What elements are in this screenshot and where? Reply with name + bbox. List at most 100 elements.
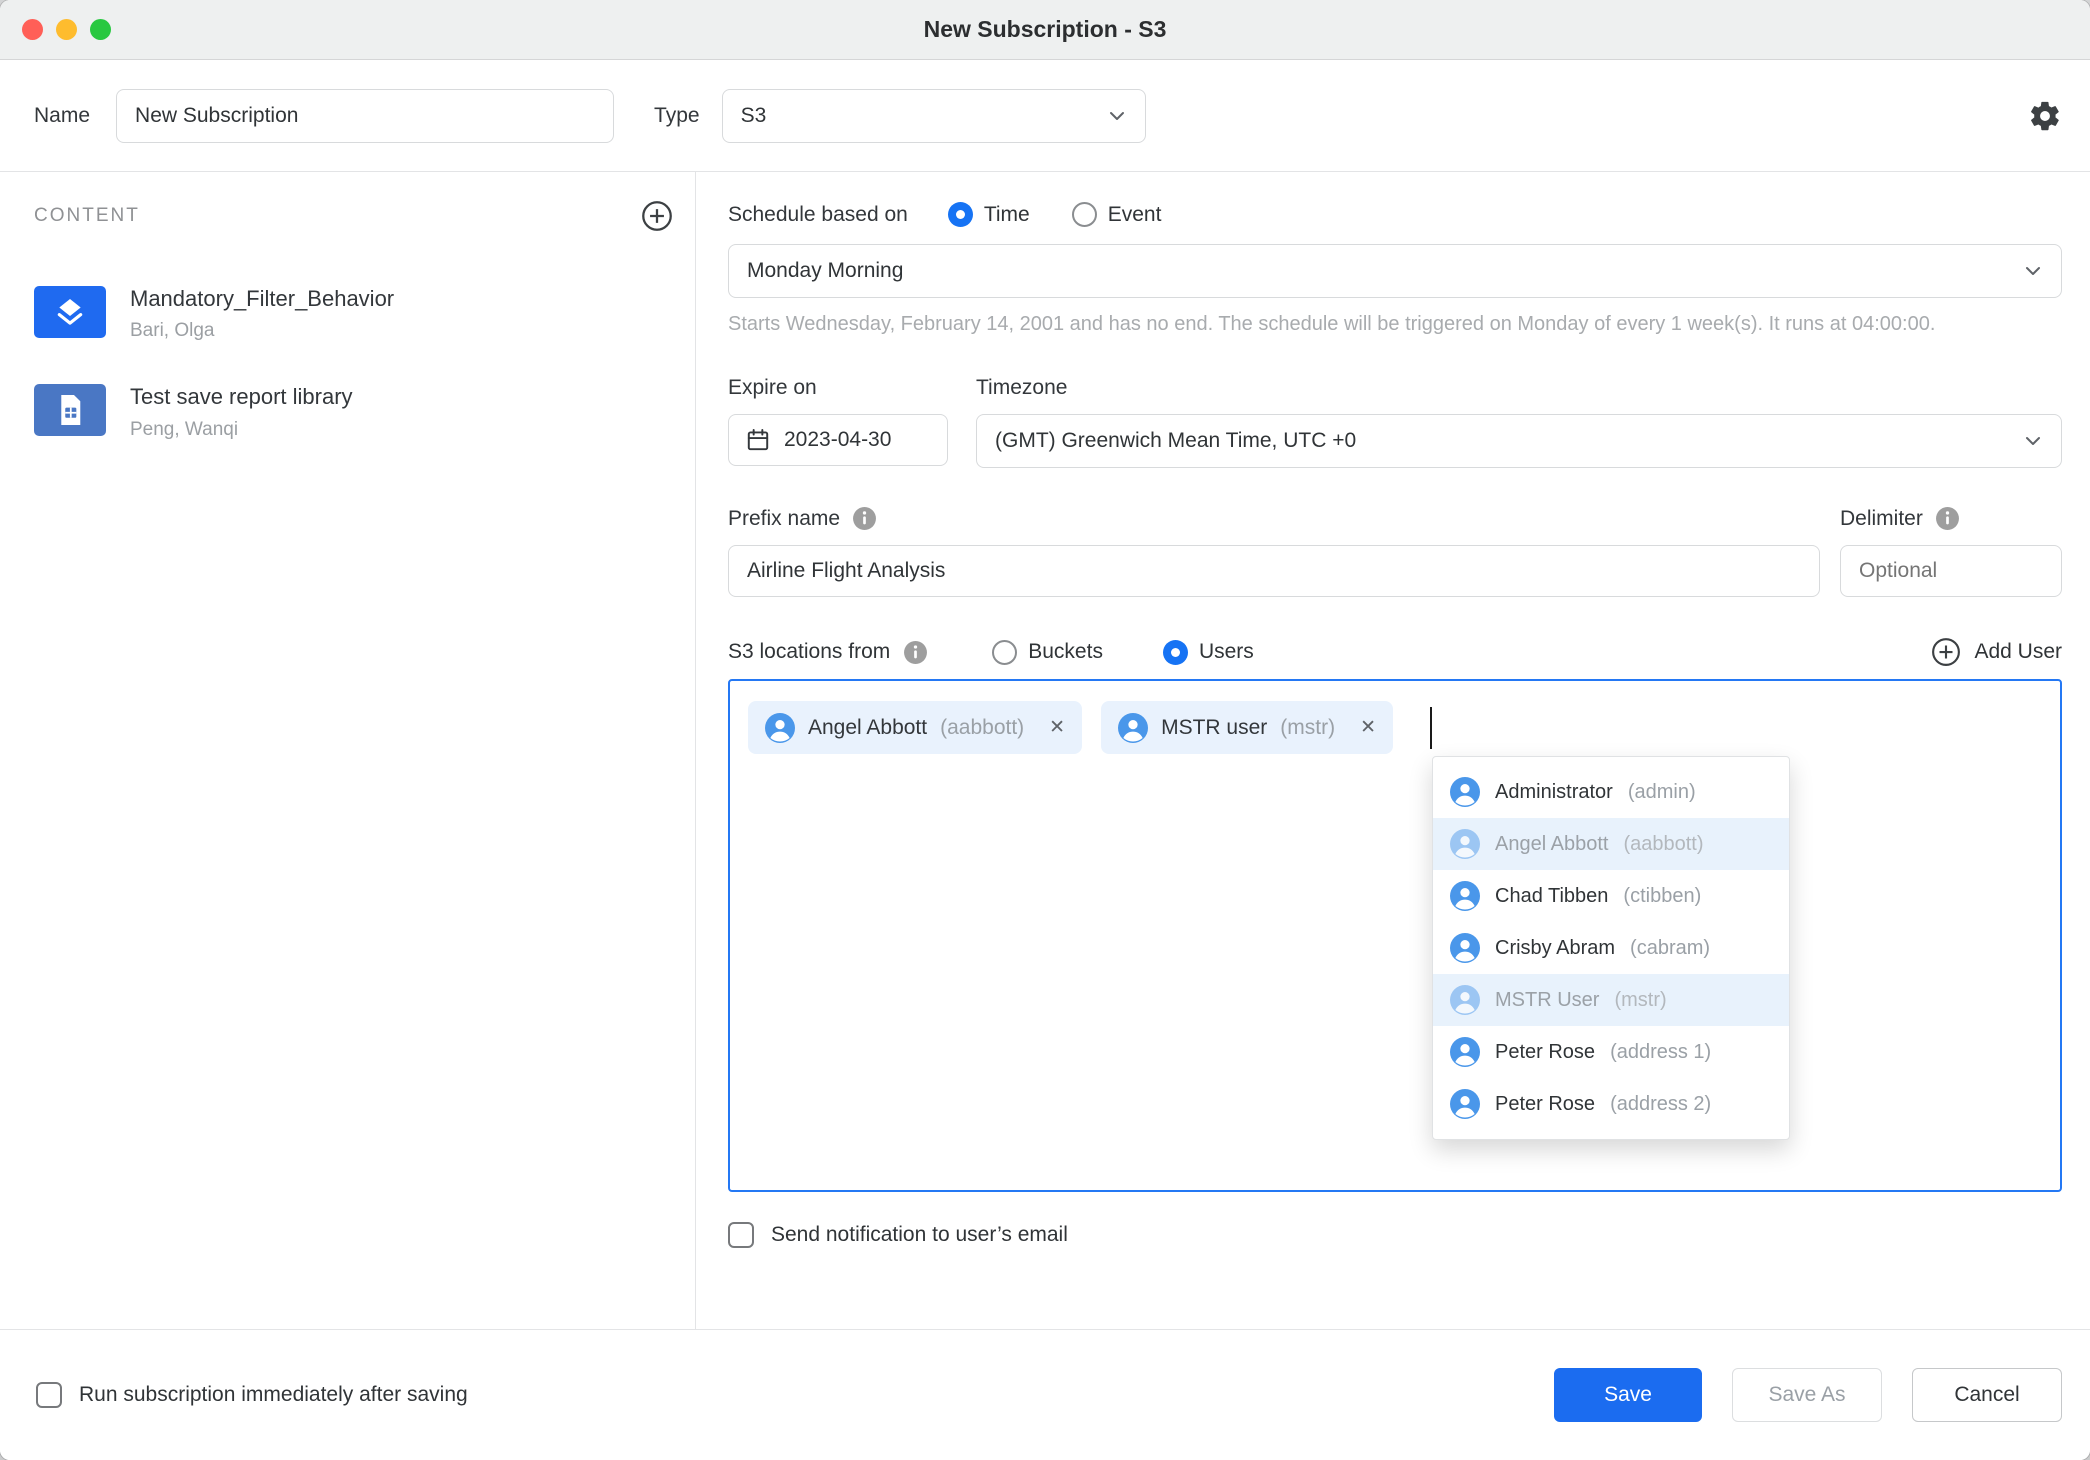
dialog-footer: Run subscription immediately after savin… [0, 1329, 2090, 1460]
radio-event-label[interactable]: Event [1108, 203, 1162, 227]
user-avatar-icon [1450, 1037, 1480, 1067]
prefix-name-label: Prefix name [728, 507, 840, 531]
s3-locations-from-label: S3 locations from [728, 640, 890, 664]
chip-user-id: (aabbott) [940, 716, 1024, 740]
radio-users-label[interactable]: Users [1199, 640, 1254, 664]
schedule-based-on-label: Schedule based on [728, 203, 908, 227]
save-button[interactable]: Save [1554, 1368, 1702, 1422]
content-item-report[interactable]: Test save report library Peng, Wanqi [34, 384, 673, 440]
user-option-name: Peter Rose [1495, 1093, 1595, 1116]
chip-remove-icon[interactable]: ✕ [1049, 716, 1065, 739]
name-input[interactable] [116, 89, 614, 143]
timezone-label: Timezone [976, 376, 2062, 400]
zoom-window-button[interactable] [90, 19, 111, 40]
chevron-down-icon [2021, 429, 2045, 453]
user-option-id: (mstr) [1614, 989, 1666, 1012]
delimiter-input[interactable] [1840, 545, 2062, 597]
type-label: Type [654, 104, 700, 128]
chip-user-name: MSTR user [1161, 716, 1267, 740]
chevron-down-icon [2021, 259, 2045, 283]
subscription-settings-panel: Schedule based on Time Event Monday Morn… [696, 172, 2090, 1329]
traffic-lights [22, 19, 111, 40]
user-option[interactable]: Peter Rose (address 2) [1433, 1078, 1789, 1130]
user-option-id: (cabram) [1630, 937, 1710, 960]
content-item-owner: Peng, Wanqi [130, 419, 353, 441]
user-chip[interactable]: Angel Abbott (aabbott) ✕ [748, 701, 1082, 754]
send-notification-label[interactable]: Send notification to user’s email [771, 1223, 1068, 1247]
user-avatar-icon [1450, 777, 1480, 807]
user-option[interactable]: Peter Rose (address 1) [1433, 1026, 1789, 1078]
dossier-icon [34, 286, 106, 338]
cancel-button[interactable]: Cancel [1912, 1368, 2062, 1422]
s3-locations-info-icon[interactable] [903, 640, 928, 665]
user-option-id: (ctibben) [1623, 885, 1701, 908]
timezone-select-value: (GMT) Greenwich Mean Time, UTC +0 [995, 429, 1356, 453]
chip-user-id: (mstr) [1280, 716, 1335, 740]
user-option-name: Administrator [1495, 781, 1613, 804]
window-title: New Subscription - S3 [924, 16, 1167, 43]
dialog-body: CONTENT Mandatory_Filter_Behavior Bari, … [0, 172, 2090, 1329]
content-section-title: CONTENT [34, 205, 140, 227]
title-bar: New Subscription - S3 [0, 0, 2090, 60]
expire-on-label: Expire on [728, 376, 948, 400]
new-subscription-dialog: New Subscription - S3 Name Type S3 CONTE… [0, 0, 2090, 1460]
name-label: Name [34, 104, 90, 128]
plus-circle-icon [1931, 637, 1961, 667]
radio-event[interactable] [1072, 202, 1097, 227]
content-sidebar: CONTENT Mandatory_Filter_Behavior Bari, … [0, 172, 696, 1329]
chip-user-name: Angel Abbott [808, 716, 927, 740]
user-option-id: (admin) [1628, 781, 1696, 804]
report-document-icon [34, 384, 106, 436]
user-option[interactable]: Administrator (admin) [1433, 766, 1789, 818]
expire-date-field[interactable]: 2023-04-30 [728, 414, 948, 466]
content-item-title: Mandatory_Filter_Behavior [130, 286, 394, 312]
user-chip[interactable]: MSTR user (mstr) ✕ [1101, 701, 1393, 754]
user-avatar-icon [1450, 1089, 1480, 1119]
text-caret [1430, 707, 1432, 749]
user-avatar-icon [1118, 713, 1148, 743]
minimize-window-button[interactable] [56, 19, 77, 40]
user-avatar-icon [1450, 933, 1480, 963]
content-list: Mandatory_Filter_Behavior Bari, Olga Tes… [34, 286, 673, 441]
run-immediately-label[interactable]: Run subscription immediately after savin… [79, 1383, 468, 1407]
save-as-button[interactable]: Save As [1732, 1368, 1882, 1422]
expire-date-value: 2023-04-30 [784, 428, 891, 452]
schedule-description: Starts Wednesday, February 14, 2001 and … [728, 308, 2038, 340]
user-avatar-icon [765, 713, 795, 743]
user-option[interactable]: Chad Tibben (ctibben) [1433, 870, 1789, 922]
prefix-name-input[interactable] [728, 545, 1820, 597]
radio-buckets-label[interactable]: Buckets [1028, 640, 1103, 664]
chip-remove-icon[interactable]: ✕ [1360, 716, 1376, 739]
content-item-dossier[interactable]: Mandatory_Filter_Behavior Bari, Olga [34, 286, 673, 342]
user-option-name: MSTR User [1495, 989, 1599, 1012]
user-option-name: Peter Rose [1495, 1041, 1595, 1064]
type-select-value: S3 [741, 104, 767, 128]
delimiter-info-icon[interactable] [1935, 506, 1960, 531]
content-item-title: Test save report library [130, 384, 353, 410]
user-avatar-icon [1450, 829, 1480, 859]
send-notification-checkbox[interactable] [728, 1222, 754, 1248]
user-option-name: Crisby Abram [1495, 937, 1615, 960]
close-window-button[interactable] [22, 19, 43, 40]
prefix-info-icon[interactable] [852, 506, 877, 531]
content-item-owner: Bari, Olga [130, 320, 394, 342]
radio-users[interactable] [1163, 640, 1188, 665]
schedule-select[interactable]: Monday Morning [728, 244, 2062, 298]
delimiter-label: Delimiter [1840, 507, 1923, 531]
radio-time-label[interactable]: Time [984, 203, 1030, 227]
add-content-button[interactable] [641, 200, 673, 232]
add-user-button[interactable]: Add User [1931, 637, 2062, 667]
user-option-name: Chad Tibben [1495, 885, 1608, 908]
radio-buckets[interactable] [992, 640, 1017, 665]
user-suggestion-dropdown: Administrator (admin) Angel Abbott (aabb… [1432, 756, 1790, 1140]
type-select[interactable]: S3 [722, 89, 1146, 143]
settings-gear-icon[interactable] [2028, 99, 2062, 133]
users-input-area[interactable]: Angel Abbott (aabbott) ✕ MSTR user (mstr… [728, 679, 2062, 1192]
user-avatar-icon [1450, 985, 1480, 1015]
user-option[interactable]: Crisby Abram (cabram) [1433, 922, 1789, 974]
timezone-select[interactable]: (GMT) Greenwich Mean Time, UTC +0 [976, 414, 2062, 468]
add-user-label: Add User [1974, 640, 2062, 664]
run-immediately-checkbox[interactable] [36, 1382, 62, 1408]
user-option-id: (address 2) [1610, 1093, 1711, 1116]
radio-time[interactable] [948, 202, 973, 227]
